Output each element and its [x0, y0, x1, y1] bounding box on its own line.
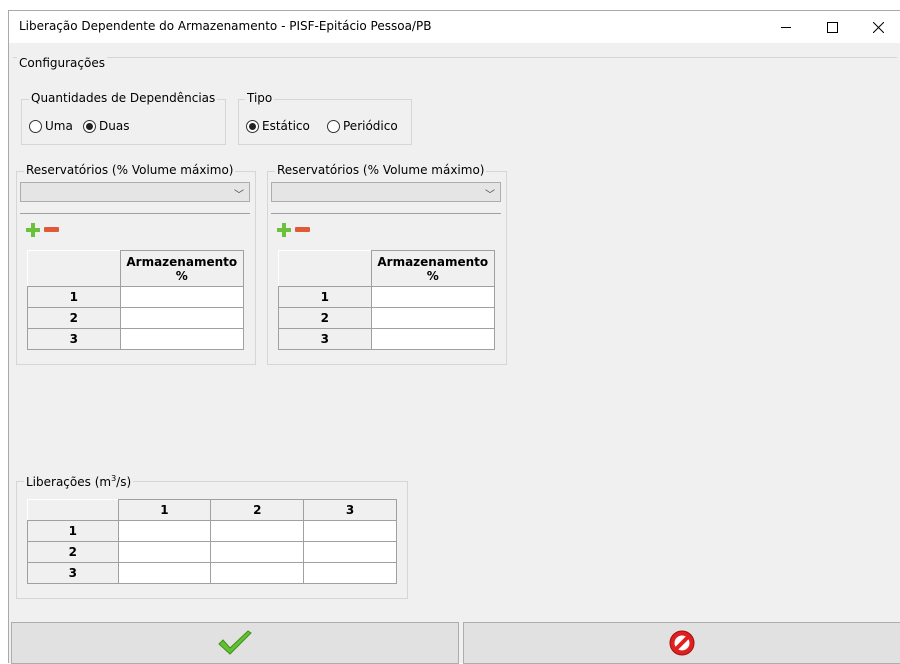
table-row: 3	[27, 328, 244, 350]
liberacoes-label-suffix: /s)	[116, 475, 132, 489]
reservatorio-1-combo[interactable]: ﹀	[20, 182, 250, 202]
liberacoes-table: 1 2 3 1 2 3	[27, 499, 397, 584]
column-header-line1: Armazenamento	[126, 254, 238, 269]
row-header: 3	[27, 562, 119, 584]
table-cell[interactable]	[303, 541, 397, 563]
forbidden-icon	[669, 630, 695, 656]
column-header: 3	[303, 499, 397, 521]
table-row: 1	[27, 520, 397, 542]
check-icon	[218, 630, 252, 655]
table-corner	[27, 250, 121, 287]
row-header: 3	[278, 328, 372, 350]
config-group-label: Configurações	[17, 56, 107, 70]
dependencias-label: Quantidades de Dependências	[29, 91, 218, 105]
chevron-down-icon: ﹀	[234, 190, 244, 201]
maximize-icon	[826, 21, 838, 33]
row-header: 3	[27, 328, 121, 350]
column-header-armazenamento: Armazenamento%	[370, 250, 495, 287]
radio-periodico[interactable]: Periódico	[327, 119, 398, 133]
minimize-button[interactable]	[763, 11, 809, 43]
column-header-line2: %	[175, 268, 188, 283]
radio-uma-indicator	[29, 119, 42, 133]
liberacoes-label-prefix: Liberações (m	[26, 475, 112, 489]
table-cell[interactable]	[117, 562, 212, 584]
close-icon	[872, 21, 884, 33]
remove-icon[interactable]	[44, 227, 59, 232]
reservatorio-2-label: Reservatórios (% Volume máximo)	[275, 163, 487, 177]
remove-icon[interactable]	[295, 227, 310, 232]
table-cell[interactable]	[117, 520, 212, 542]
radio-estatico-indicator	[246, 119, 259, 133]
chevron-down-icon: ﹀	[485, 190, 495, 201]
liberacoes-label: Liberações (m3/s)	[24, 474, 134, 489]
table-cell[interactable]	[119, 307, 244, 329]
table-corner	[278, 250, 372, 287]
reservatorio-2-table: Armazenamento% 1 2 3	[278, 250, 495, 350]
radio-uma[interactable]: Uma	[29, 119, 73, 133]
maximize-button[interactable]	[809, 11, 855, 43]
window-title: Liberação Dependente do Armazenamento - …	[19, 19, 432, 33]
table-corner	[27, 499, 119, 521]
title-bar: Liberação Dependente do Armazenamento - …	[9, 11, 900, 43]
row-header: 1	[278, 286, 372, 308]
column-header: 1	[117, 499, 212, 521]
main-window: Liberação Dependente do Armazenamento - …	[8, 10, 900, 664]
add-icon[interactable]	[26, 223, 40, 237]
radio-uma-label: Uma	[45, 119, 73, 133]
table-cell[interactable]	[119, 328, 244, 350]
row-header: 2	[27, 541, 119, 563]
table-cell[interactable]	[210, 541, 305, 563]
row-header: 1	[27, 286, 121, 308]
table-row: 1	[278, 286, 495, 308]
table-cell[interactable]	[370, 286, 495, 308]
table-row: 3	[27, 562, 397, 584]
row-header: 2	[27, 307, 121, 329]
table-cell[interactable]	[303, 562, 397, 584]
add-icon[interactable]	[277, 223, 291, 237]
row-header: 2	[278, 307, 372, 329]
table-cell[interactable]	[117, 541, 212, 563]
table-cell[interactable]	[210, 520, 305, 542]
radio-duas-indicator	[83, 119, 96, 133]
column-header-line2: %	[426, 268, 439, 283]
reservatorio-1-divider	[20, 213, 250, 214]
cancel-button[interactable]	[463, 622, 900, 664]
radio-duas[interactable]: Duas	[83, 119, 129, 133]
minimize-icon	[781, 26, 791, 28]
table-row: 2	[27, 541, 397, 563]
tipo-label: Tipo	[245, 91, 275, 105]
close-button[interactable]	[855, 11, 900, 43]
radio-estatico[interactable]: Estático	[246, 119, 310, 133]
radio-periodico-indicator	[327, 119, 340, 133]
table-row: 1	[27, 286, 244, 308]
table-cell[interactable]	[303, 520, 397, 542]
radio-duas-label: Duas	[99, 119, 130, 133]
table-cell[interactable]	[370, 307, 495, 329]
reservatorio-1-label: Reservatórios (% Volume máximo)	[24, 163, 236, 177]
reservatorio-2-divider	[271, 213, 501, 214]
radio-estatico-label: Estático	[262, 119, 310, 133]
table-row: 2	[278, 307, 495, 329]
reservatorio-1-table: Armazenamento% 1 2 3	[27, 250, 244, 350]
reservatorio-2-combo[interactable]: ﹀	[271, 182, 501, 202]
table-cell[interactable]	[119, 286, 244, 308]
radio-periodico-label: Periódico	[343, 119, 398, 133]
column-header-armazenamento: Armazenamento%	[119, 250, 244, 287]
column-header: 2	[210, 499, 305, 521]
table-row: 2	[27, 307, 244, 329]
table-row: 3	[278, 328, 495, 350]
confirm-button[interactable]	[11, 622, 459, 664]
column-header-line1: Armazenamento	[377, 254, 489, 269]
table-cell[interactable]	[370, 328, 495, 350]
table-cell[interactable]	[210, 562, 305, 584]
row-header: 1	[27, 520, 119, 542]
